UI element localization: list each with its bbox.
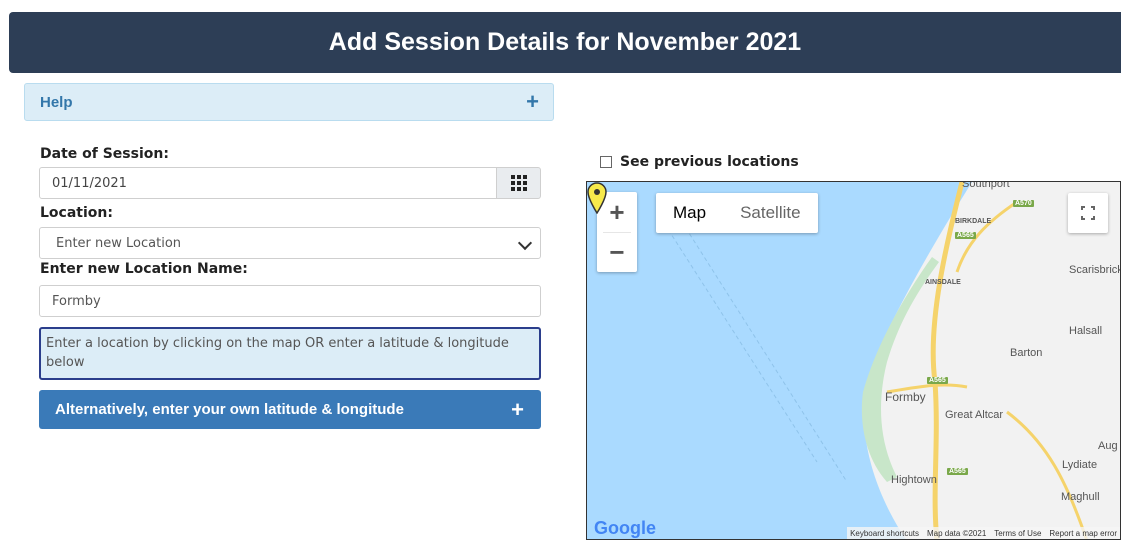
road-badge: A565 bbox=[927, 377, 948, 384]
place-label: AINSDALE bbox=[925, 279, 961, 286]
terms-of-use-link[interactable]: Terms of Use bbox=[994, 529, 1041, 538]
date-label: Date of Session: bbox=[40, 146, 169, 162]
info-message: Enter a location by clicking on the map … bbox=[39, 327, 541, 380]
map-pin-icon[interactable] bbox=[587, 182, 607, 214]
place-label: Southport bbox=[962, 181, 1010, 190]
place-label: Great Altcar bbox=[945, 409, 1004, 421]
place-label: BIRKDALE bbox=[955, 218, 992, 225]
keyboard-shortcuts-link[interactable]: Keyboard shortcuts bbox=[850, 529, 919, 538]
alt-latlng-label: Alternatively, enter your own latitude &… bbox=[55, 401, 404, 418]
see-previous-locations[interactable]: See previous locations bbox=[600, 154, 799, 170]
fullscreen-icon bbox=[1081, 206, 1095, 220]
help-accordion[interactable]: Help + bbox=[24, 83, 554, 121]
road-badge: A565 bbox=[955, 232, 976, 239]
road-badge: A570 bbox=[1013, 200, 1034, 207]
expand-icon: + bbox=[526, 89, 539, 114]
see-previous-label: See previous locations bbox=[620, 154, 799, 170]
map-data-text: Map data ©2021 bbox=[927, 528, 987, 538]
fullscreen-button[interactable] bbox=[1068, 193, 1108, 233]
map-type-satellite-button[interactable]: Satellite bbox=[723, 193, 817, 233]
map[interactable]: Southport BIRKDALE AINSDALE Scarisbrick … bbox=[586, 181, 1121, 540]
place-label: Lydiate bbox=[1062, 459, 1098, 471]
map-type-map-button[interactable]: Map bbox=[656, 193, 723, 233]
alt-latlng-button[interactable]: Alternatively, enter your own latitude &… bbox=[39, 390, 541, 429]
new-location-input[interactable]: Formby bbox=[39, 285, 541, 317]
place-label: Aug bbox=[1098, 440, 1118, 452]
chevron-down-icon bbox=[517, 235, 533, 251]
help-label: Help bbox=[40, 93, 73, 111]
place-label: Barton bbox=[1010, 347, 1043, 359]
report-map-error-link[interactable]: Report a map error bbox=[1049, 529, 1117, 538]
google-logo: Google bbox=[594, 518, 656, 538]
map-type-control: Map Satellite bbox=[656, 193, 818, 233]
page-title: Add Session Details for November 2021 bbox=[328, 28, 802, 56]
location-select[interactable]: Enter new Location bbox=[39, 227, 541, 259]
calendar-button[interactable] bbox=[496, 167, 541, 199]
calendar-icon bbox=[510, 175, 527, 191]
road-badge: A565 bbox=[947, 468, 968, 475]
place-label: Hightown bbox=[891, 474, 937, 486]
new-location-label: Enter new Location Name: bbox=[40, 261, 248, 277]
place-label: Maghull bbox=[1061, 491, 1100, 503]
date-input[interactable]: 01/11/2021 bbox=[39, 167, 497, 199]
page-header: Add Session Details for November 2021 bbox=[9, 12, 1121, 73]
place-label: Scarisbrick bbox=[1069, 264, 1121, 276]
place-label: Formby bbox=[885, 390, 926, 404]
place-label: Halsall bbox=[1069, 325, 1103, 337]
location-label: Location: bbox=[40, 205, 113, 221]
zoom-out-button[interactable]: − bbox=[597, 232, 637, 272]
map-footer: Keyboard shortcuts Map data ©2021 Terms … bbox=[847, 527, 1120, 539]
map-background bbox=[656, 182, 1120, 539]
location-select-value: Enter new Location bbox=[56, 235, 182, 251]
see-previous-checkbox[interactable] bbox=[600, 156, 612, 168]
expand-icon: + bbox=[511, 396, 524, 422]
